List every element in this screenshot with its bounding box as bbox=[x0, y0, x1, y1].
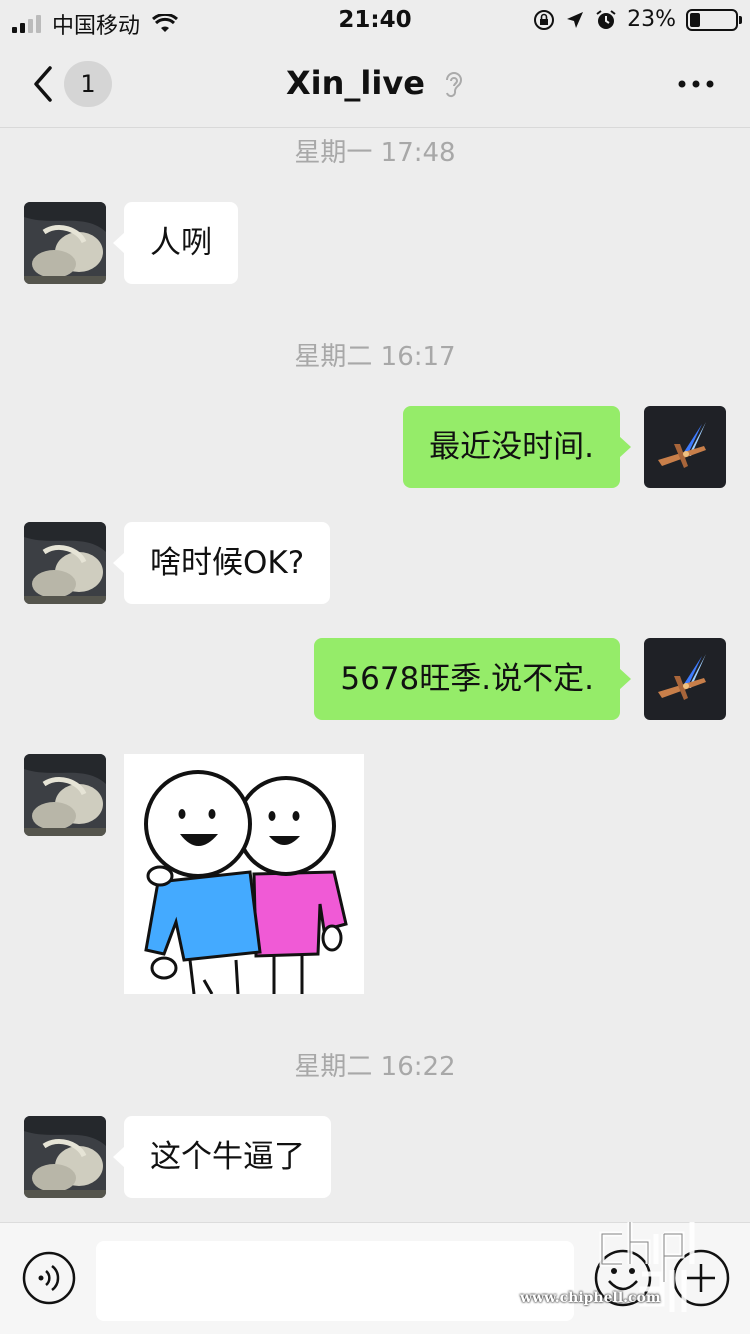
more-icon[interactable] bbox=[676, 72, 716, 96]
user-avatar[interactable] bbox=[644, 406, 726, 488]
contact-avatar[interactable] bbox=[24, 202, 106, 284]
user-avatar[interactable] bbox=[644, 638, 726, 720]
message-bubble-incoming[interactable]: 这个牛逼了 bbox=[113, 1116, 331, 1198]
message-bubble-outgoing[interactable]: 最近没时间. bbox=[403, 406, 631, 488]
plus-icon[interactable] bbox=[672, 1249, 730, 1307]
status-bar: 中国移动 21:40 23% bbox=[0, 0, 750, 40]
message-bubble-incoming[interactable]: 人咧 bbox=[113, 202, 238, 284]
battery-icon bbox=[686, 8, 742, 31]
status-right: 23% bbox=[533, 7, 742, 32]
rotation-lock-icon bbox=[534, 9, 555, 30]
battery-fill bbox=[690, 12, 700, 27]
input-bar bbox=[0, 1222, 750, 1334]
chat-title[interactable]: Xin_live bbox=[0, 64, 750, 102]
sticker-message[interactable] bbox=[124, 754, 364, 994]
alarm-icon bbox=[596, 9, 616, 29]
message-input[interactable] bbox=[96, 1241, 574, 1321]
message-timestamp: 星期一 17:48 bbox=[294, 138, 456, 168]
battery-percent: 23% bbox=[627, 7, 676, 32]
message-timestamp: 星期二 16:22 bbox=[294, 1052, 456, 1082]
voice-icon[interactable] bbox=[22, 1251, 76, 1305]
message-bubble-outgoing[interactable]: 5678旺季.说不定. bbox=[314, 638, 631, 720]
watermark-url: www.chiphell.com bbox=[520, 1290, 661, 1306]
nav-bar: 1 Xin_live bbox=[0, 40, 750, 128]
message-timestamp: 星期二 16:17 bbox=[294, 342, 456, 372]
location-icon bbox=[567, 11, 584, 28]
ear-icon bbox=[446, 72, 463, 98]
message-bubble-incoming[interactable]: 啥时候OK? bbox=[112, 522, 331, 604]
contact-avatar[interactable] bbox=[24, 754, 106, 836]
contact-avatar[interactable] bbox=[24, 522, 106, 604]
contact-avatar[interactable] bbox=[24, 1116, 106, 1198]
chat-title-text: Xin_live bbox=[285, 64, 425, 102]
